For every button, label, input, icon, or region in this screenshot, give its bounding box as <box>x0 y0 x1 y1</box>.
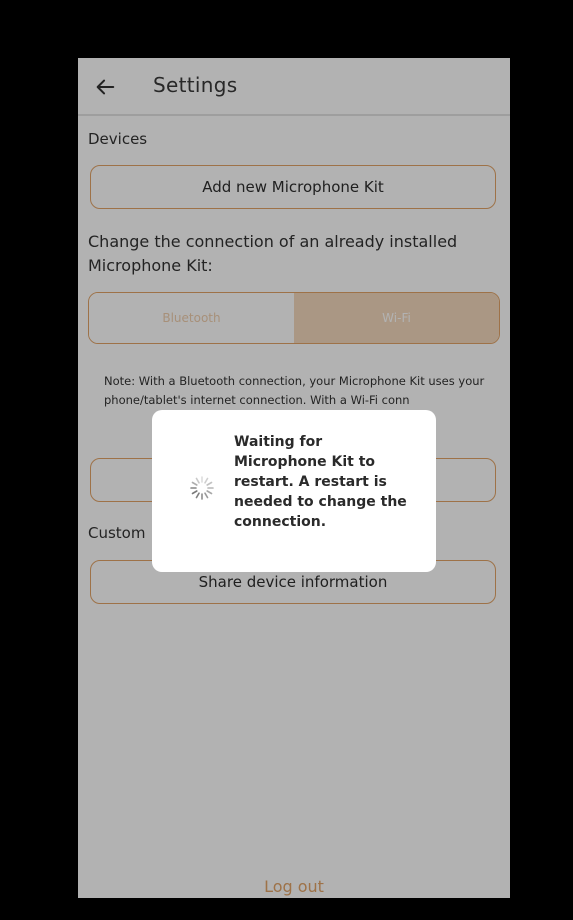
loading-spinner-icon <box>190 476 214 500</box>
dialog-message: Waiting for Microphone Kit to restart. A… <box>234 434 407 530</box>
